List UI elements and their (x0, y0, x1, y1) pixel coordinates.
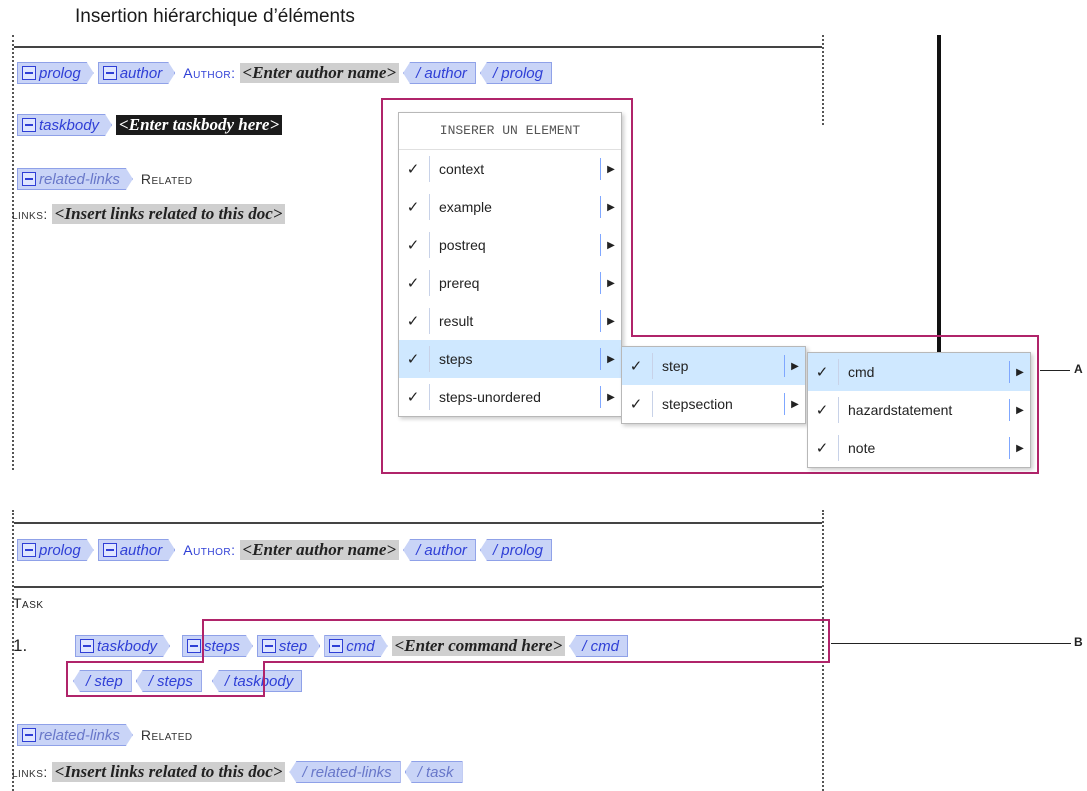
links-label: links: (12, 764, 48, 780)
highlight-box-b (66, 619, 830, 697)
callout-b-line (831, 643, 1071, 644)
callout-b: B (1074, 635, 1083, 649)
related-links-close-tag[interactable]: / related-links (289, 761, 401, 783)
collapse-icon[interactable] (22, 728, 36, 742)
related-links-open-tag[interactable]: related-links (17, 724, 133, 746)
links-placeholder[interactable]: <Insert links related to this doc> (51, 762, 286, 782)
bottom-related-row: related-links Related (17, 722, 197, 748)
task-close-tag[interactable]: / task (404, 761, 463, 783)
related-label: Related (140, 727, 193, 743)
bottom-links-row: links: <Insert links related to this doc… (12, 759, 467, 785)
